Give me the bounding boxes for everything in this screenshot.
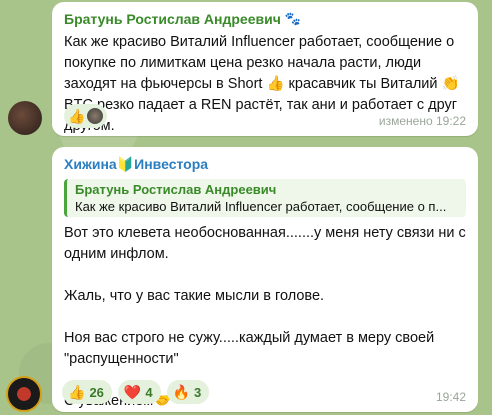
reactions-row: 👍 26 ❤️ 4 🔥 3 xyxy=(62,380,210,404)
reaction-count: 3 xyxy=(194,384,202,400)
message-bubble-2[interactable]: Хижина🔰Инвестора Братунь Ростислав Андре… xyxy=(52,147,478,412)
reaction-count: 26 xyxy=(89,384,104,400)
reaction-thumbs-up[interactable]: 👍 26 xyxy=(62,380,112,404)
reply-text: Как же красиво Виталий Influencer работа… xyxy=(75,199,447,214)
reply-sender-name: Братунь Ростислав Андреевич xyxy=(75,182,277,197)
sender-name[interactable]: Хижина🔰Инвестора xyxy=(64,155,466,173)
avatar[interactable] xyxy=(8,101,42,135)
reactions-row: 👍 xyxy=(64,104,108,128)
message-timestamp: изменено 19:22 xyxy=(378,114,466,128)
reaction-heart[interactable]: ❤️ 4 xyxy=(117,380,161,404)
avatar[interactable] xyxy=(6,376,42,412)
message-bubble-1[interactable]: Братунь Ростислав Андреевич 🐾 Как же кра… xyxy=(52,2,478,136)
reply-quote[interactable]: Братунь Ростислав Андреевич Как же краси… xyxy=(64,179,466,217)
paw-icon: 🐾 xyxy=(284,11,302,26)
thumbs-up-icon: 👍 xyxy=(68,108,86,124)
reaction-count: 4 xyxy=(145,384,153,400)
reaction-chip[interactable]: 👍 xyxy=(64,104,108,128)
heart-icon: ❤️ xyxy=(123,384,142,400)
sender-name[interactable]: Братунь Ростислав Андреевич 🐾 xyxy=(64,10,466,28)
thumbs-up-icon: 👍 xyxy=(68,384,86,400)
avatar xyxy=(87,108,104,124)
fire-icon: 🔥 xyxy=(172,384,191,400)
sender-name-text[interactable]: Братунь Ростислав Андреевич xyxy=(64,10,281,28)
message-timestamp: 19:42 xyxy=(435,390,466,404)
reaction-fire[interactable]: 🔥 3 xyxy=(166,380,210,404)
